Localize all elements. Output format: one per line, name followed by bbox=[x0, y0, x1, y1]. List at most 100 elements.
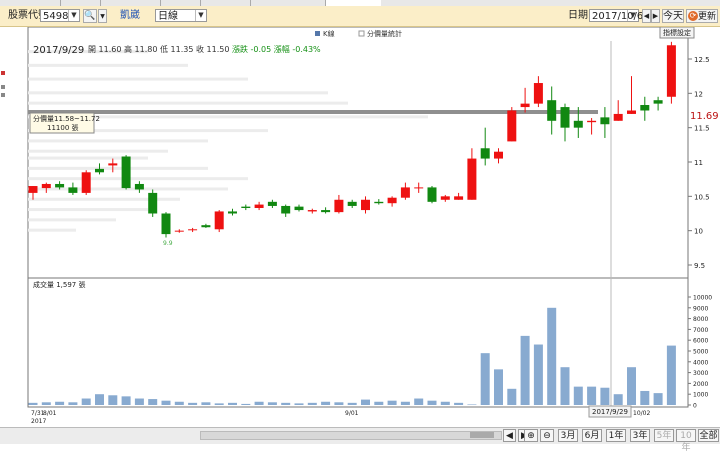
volume-profile-bar bbox=[28, 177, 248, 181]
volume-bar bbox=[334, 402, 344, 405]
legend-k-line: K線 bbox=[323, 29, 335, 38]
volume-bar bbox=[201, 402, 211, 405]
volprofile-checkbox[interactable] bbox=[358, 30, 365, 37]
volume-bar bbox=[148, 399, 158, 405]
volume-bar bbox=[228, 402, 237, 405]
volume-bar bbox=[134, 398, 144, 405]
stock-toolbar: 股票代號: 5498 ▼ 🔍 ▼ 凱崴 日線 ▼ 日期: 2017/10/6 ▼… bbox=[0, 6, 720, 27]
volume-tick-label: 3000 bbox=[693, 370, 708, 377]
ohlc-pct: 漲幅 -0.43% bbox=[274, 44, 321, 54]
candle-body bbox=[560, 107, 570, 128]
ohlc-open: 開 11.60 bbox=[88, 45, 124, 54]
volume-profile-bar bbox=[28, 63, 188, 67]
chevron-down-icon[interactable]: ▼ bbox=[627, 10, 638, 21]
candle-body bbox=[400, 187, 410, 198]
candle-body bbox=[627, 110, 636, 114]
volume-bar bbox=[560, 367, 570, 405]
candle-body bbox=[201, 225, 211, 228]
period-select[interactable]: 日線 ▼ bbox=[155, 9, 207, 22]
candle-body bbox=[387, 197, 397, 204]
candle-body bbox=[653, 100, 663, 104]
x-axis-labels: 7/31 8/01 2017 9/01 2017/9/29 10/02 bbox=[31, 405, 650, 425]
volume-bar bbox=[587, 386, 597, 405]
date-title: 2017/9/29 bbox=[33, 45, 84, 56]
volume-tick-label: 10000 bbox=[693, 295, 712, 302]
candle-body bbox=[241, 206, 251, 209]
price-tick-label: 10 bbox=[694, 228, 703, 236]
stock-code-value: 5498 bbox=[43, 11, 69, 22]
volume-axis: 1000090008000700060005000400030002000100… bbox=[688, 295, 712, 410]
volume-bar bbox=[294, 403, 304, 405]
price-axis: 12.5 12 11.5 11 10.5 10 9.5 bbox=[688, 56, 710, 270]
left-side-panel bbox=[0, 27, 14, 431]
volume-bar bbox=[68, 402, 78, 405]
horizontal-scrollbar[interactable] bbox=[200, 431, 502, 440]
x-label-aug: 8/01 bbox=[43, 410, 57, 417]
stock-code-input[interactable]: 5498 ▼ bbox=[40, 9, 80, 22]
volume-bar bbox=[480, 353, 490, 405]
candle-body bbox=[414, 187, 424, 189]
stock-name: 凱崴 bbox=[120, 10, 140, 21]
price-tick-label: 12.5 bbox=[694, 56, 710, 64]
candle-body bbox=[361, 199, 370, 211]
candle-body bbox=[587, 120, 597, 123]
price-tick-label: 9.5 bbox=[694, 262, 705, 270]
search-button[interactable]: 🔍 bbox=[83, 9, 97, 23]
price-tooltip: 分價量11.58~11.72 11100 張 bbox=[29, 112, 100, 134]
ohlc-high: 高 11.80 bbox=[124, 44, 160, 54]
zoom-out-icon: ⊖ bbox=[543, 431, 551, 441]
chevron-down-icon[interactable]: ▼ bbox=[195, 10, 206, 21]
volume-tick-label: 1000 bbox=[693, 392, 708, 399]
zoom-in-icon: ⊕ bbox=[527, 431, 535, 441]
candle-body bbox=[81, 172, 91, 193]
volume-bar bbox=[533, 344, 543, 405]
volume-bar bbox=[467, 404, 477, 405]
chevron-down-icon[interactable]: ▼ bbox=[68, 10, 79, 21]
range-10y-button[interactable]: 10年 bbox=[676, 429, 696, 453]
candle-body bbox=[613, 113, 623, 121]
prev-date-button[interactable]: ◀ bbox=[642, 9, 651, 23]
tooltip-line2: 11100 張 bbox=[47, 124, 79, 132]
volume-bar bbox=[188, 402, 198, 405]
volume-bar bbox=[653, 393, 663, 405]
candle-body bbox=[334, 199, 344, 213]
volume-profile-bar bbox=[28, 91, 328, 95]
zoom-in-button[interactable]: ⊕ bbox=[524, 429, 538, 442]
range-3y-button[interactable]: 3年 bbox=[630, 429, 650, 442]
range-1y-button[interactable]: 1年 bbox=[606, 429, 626, 442]
refresh-button[interactable]: ⟳ 更新 bbox=[686, 9, 718, 23]
candle-body bbox=[121, 156, 131, 189]
candle-body bbox=[494, 151, 503, 159]
range-all-button[interactable]: 全部 bbox=[698, 429, 719, 442]
range-3m-button[interactable]: 3月 bbox=[558, 429, 578, 442]
volume-profile-bar bbox=[28, 228, 76, 232]
candlestick-chart[interactable]: 12.51211.51110.5109.5 100009000800070006… bbox=[13, 27, 720, 431]
indicator-settings-label: 指標設定 bbox=[663, 28, 691, 37]
price-tick-label: 11.5 bbox=[694, 125, 710, 133]
search-icon: 🔍 bbox=[84, 11, 96, 21]
candle-body bbox=[174, 230, 184, 232]
candle-body bbox=[134, 183, 144, 190]
volume-bar bbox=[454, 402, 464, 405]
zoom-out-button[interactable]: ⊖ bbox=[540, 429, 554, 442]
triangle-left-icon: ◀ bbox=[506, 431, 513, 441]
candle-body bbox=[68, 187, 78, 193]
range-5y-button[interactable]: 5年 bbox=[654, 429, 674, 442]
candle-body bbox=[427, 187, 437, 202]
price-tick-label: 12 bbox=[694, 90, 703, 98]
next-date-button[interactable]: ▶ bbox=[651, 9, 660, 23]
today-button[interactable]: 今天 bbox=[662, 9, 684, 23]
volume-profile-bar bbox=[28, 139, 208, 143]
scroll-left-button[interactable]: ◀ bbox=[503, 429, 516, 442]
stock-chart-area[interactable]: 12.5 12 11.5 11 10.5 10 9.5 10000 9000 8000 7000 6… bbox=[13, 27, 720, 431]
candle-body bbox=[440, 196, 450, 200]
volume-bar bbox=[400, 401, 410, 405]
range-6m-button[interactable]: 6月 bbox=[582, 429, 602, 442]
date-picker[interactable]: 2017/10/6 ▼ bbox=[589, 9, 643, 22]
candle-body bbox=[533, 83, 543, 104]
volume-bar bbox=[214, 403, 224, 405]
stock-list-button[interactable]: ▼ bbox=[98, 9, 107, 23]
candle-body bbox=[321, 210, 331, 213]
scroll-thumb[interactable] bbox=[470, 432, 494, 438]
volume-title: 成交量 1,597 張 bbox=[33, 280, 86, 289]
